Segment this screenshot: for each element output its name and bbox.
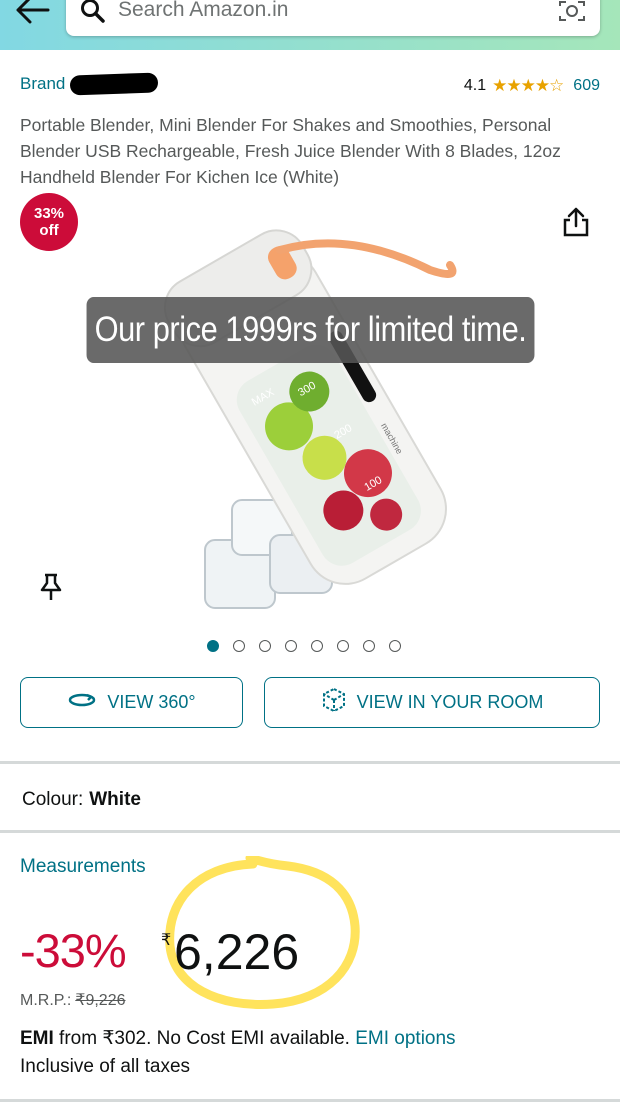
carousel-dot[interactable] [233,640,245,652]
measurements-link[interactable]: Measurements [20,856,146,878]
blender-bottle: MAX 300 200 100 machine [163,229,447,585]
search-input[interactable]: Search Amazon.in [66,0,600,36]
mrp-label: M.R.P.: [20,992,72,1009]
star-rating-icon: ★★★★☆ [492,76,564,95]
redaction-mark [69,72,159,96]
rotate-360-icon [67,690,97,715]
camera-search-icon[interactable] [558,0,586,29]
currency-symbol: ₹ [161,932,172,949]
rating-value: 4.1 [463,77,487,94]
emi-line: EMI from ₹302. No Cost EMI available. EM… [20,1027,456,1050]
ar-cube-icon [321,687,347,718]
badge-percent: 33% [33,205,65,222]
view-in-room-label: VIEW IN YOUR ROOM [356,692,544,712]
rating-count[interactable]: 609 [573,77,600,95]
carousel-dot[interactable] [389,640,401,652]
carousel-dot[interactable] [207,640,219,652]
back-arrow-icon[interactable] [14,0,54,30]
price-value: 6,226 [174,924,300,980]
view-360-label: VIEW 360° [107,692,196,712]
search-icon [80,0,106,29]
brand-link[interactable]: Brand [20,74,65,94]
emi-text: from ₹302. No Cost EMI available. [53,1028,356,1049]
view-360-button[interactable]: VIEW 360° [20,677,243,728]
colour-value: White [89,789,141,810]
colour-selection: Colour: White [22,789,141,811]
image-carousel-dots[interactable] [207,640,401,652]
price-overlay-banner: Our price 1999rs for limited time. [86,297,535,363]
carousel-dot[interactable] [311,640,323,652]
rating-summary[interactable]: 4.1 ★★★★☆ 609 [464,76,600,96]
section-divider [0,761,620,764]
carousel-dot[interactable] [285,640,297,652]
pin-icon[interactable] [38,572,64,607]
product-title: Portable Blender, Mini Blender For Shake… [20,115,561,187]
tax-note: Inclusive of all taxes [20,1056,191,1077]
discount-percent: -33% [20,924,127,977]
discount-badge: 33% off [20,193,78,251]
view-in-room-button[interactable]: VIEW IN YOUR ROOM [264,677,600,728]
mrp-line: M.R.P.: ₹9,226 [20,990,126,1010]
share-icon[interactable] [561,206,591,243]
section-divider [0,830,620,833]
emi-options-link[interactable]: EMI options [355,1028,455,1049]
carousel-dot[interactable] [337,640,349,652]
mrp-value: ₹9,226 [75,992,126,1009]
emi-prefix: EMI [20,1028,54,1049]
carousel-dot[interactable] [259,640,271,652]
badge-off: off [39,222,59,239]
search-placeholder: Search Amazon.in [118,0,289,21]
product-image[interactable]: MAX 300 200 100 machine [120,190,520,620]
colour-label: Colour: [22,789,84,810]
carousel-dot[interactable] [363,640,375,652]
header-bar: Search Amazon.in [0,0,620,50]
